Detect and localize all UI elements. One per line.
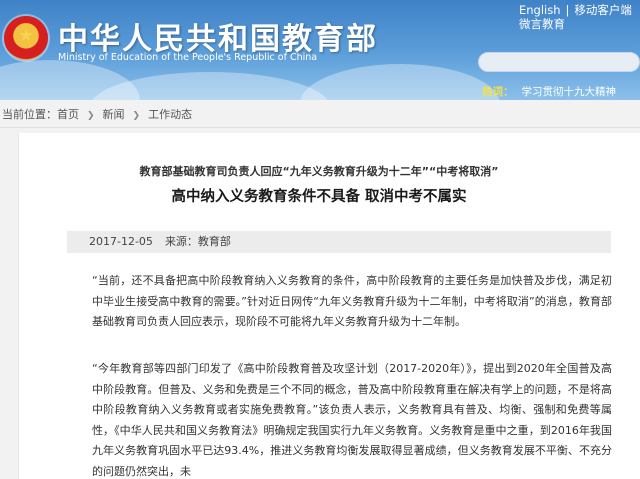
article-meta: 2017-12-05 来源：教育部 xyxy=(67,231,611,253)
hot-word-link[interactable]: 学习贯彻十九大精神 xyxy=(522,86,617,98)
mobile-client-link[interactable]: 移动客户端 xyxy=(574,3,632,17)
article-kicker: 教育部基础教育司负责人回应“九年义务教育升级为十二年”“中考将取消” xyxy=(139,165,499,178)
hot-words: 热词： 学习贯彻十九大精神 xyxy=(482,84,616,99)
link-separator: | xyxy=(565,3,570,17)
chevron-right-icon: ❯ xyxy=(87,111,95,121)
english-link[interactable]: English xyxy=(519,3,561,17)
chevron-right-icon: ❯ xyxy=(132,111,141,121)
article: 教育部基础教育司负责人回应“九年义务教育升级为十二年”“中考将取消” 高中纳入义… xyxy=(18,133,640,479)
article-paragraph: “当前，还不具备把高中阶段教育纳入义务教育的条件，高中阶段教育的主要任务是加快普… xyxy=(92,274,612,328)
breadcrumb-news[interactable]: 新闻 xyxy=(103,108,125,121)
hot-words-label: 热词： xyxy=(482,86,514,98)
site-header: 中华人民共和国教育部 Ministry of Education of the … xyxy=(0,0,640,100)
article-date: 2017-12-05 xyxy=(89,235,153,248)
article-source: 来源：教育部 xyxy=(164,235,231,248)
wechat-link[interactable]: 微言教育 xyxy=(519,16,565,32)
site-subtitle: Ministry of Education of the People's Re… xyxy=(58,52,318,63)
header-cloud xyxy=(90,72,330,100)
search-input[interactable] xyxy=(478,52,640,72)
breadcrumb-work-news[interactable]: 工作动态 xyxy=(148,108,192,121)
breadcrumb: 当前位置：首页 ❯ 新闻 ❯ 工作动态 xyxy=(0,101,640,128)
breadcrumb-prefix: 当前位置： xyxy=(2,108,57,121)
article-headline: 高中纳入义务教育条件不具备 取消中考不属实 xyxy=(171,189,467,205)
header-cloud xyxy=(300,64,500,100)
breadcrumb-home[interactable]: 首页 xyxy=(57,108,79,121)
national-emblem-icon[interactable] xyxy=(4,16,48,60)
article-paragraph: “今年教育部等四部门印发了《高中阶段教育普及攻坚计划（2017-2020年）》，… xyxy=(92,362,612,478)
